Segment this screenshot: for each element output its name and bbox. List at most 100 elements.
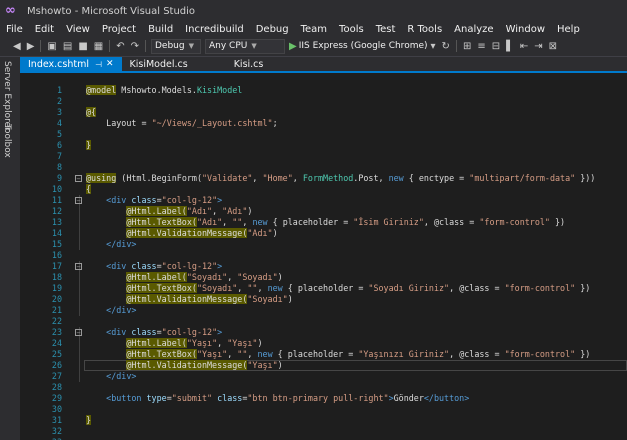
menu-build[interactable]: Build	[142, 24, 179, 35]
line-number: 20	[51, 294, 62, 304]
menu-debug[interactable]: Debug	[250, 24, 295, 35]
tab-index-cshtml[interactable]: Index.cshtml ⊣ ✕	[20, 57, 122, 71]
code-token: ,	[237, 283, 248, 293]
toolbar-separator	[109, 40, 111, 52]
code-line[interactable]: 11 − <div class="col-lg-12">	[20, 195, 627, 206]
toolbar-icon[interactable]: ⊞	[460, 41, 474, 52]
line-number: 19	[51, 283, 62, 293]
toolbar-icon[interactable]: ⇤	[517, 41, 531, 52]
code-line[interactable]: 17 − <div class="col-lg-12">	[20, 261, 627, 272]
code-line[interactable]: 10 {	[20, 184, 627, 195]
solution-platform-dropdown[interactable]: Any CPU ▼	[205, 38, 285, 54]
code-line[interactable]: 7	[20, 151, 627, 162]
title-bar: ∞ Mshowto - Microsoft Visual Studio	[0, 0, 627, 22]
tab-kisi-cs[interactable]: Kisi.cs	[226, 57, 272, 71]
chevron-down-icon[interactable]: ▾	[428, 41, 439, 52]
toolbar-icon[interactable]: ≡	[474, 41, 488, 52]
code-token: {	[86, 184, 92, 194]
code-line[interactable]: 28	[20, 382, 627, 393]
code-line[interactable]: 3 @{	[20, 107, 627, 118]
code-line[interactable]: 4 Layout = "~/Views/_Layout.cshtml";	[20, 118, 627, 129]
code-editor[interactable]: 1 @model Mshowto.Models.KisiModel 2 3 @{4 La…	[20, 73, 627, 440]
menu-help[interactable]: Help	[551, 24, 586, 35]
code-line[interactable]: 26 @Html.ValidationMessage("Yaşı")	[20, 360, 627, 371]
code-line[interactable]: 27 </div>	[20, 371, 627, 382]
code-line[interactable]: 30	[20, 404, 627, 415]
code-line[interactable]: 9 − @using (Html.BeginForm("Validate", "Ho…	[20, 173, 627, 184]
redo-icon[interactable]: ↷	[128, 41, 142, 52]
undo-icon[interactable]: ↶	[113, 41, 127, 52]
menu-incredibuild[interactable]: Incredibuild	[179, 24, 250, 35]
toolbar-icon[interactable]: ⊠	[546, 41, 560, 52]
code-line[interactable]: 6}	[20, 140, 627, 151]
code-line[interactable]: 15 </div>	[20, 239, 627, 250]
menu-view[interactable]: View	[60, 24, 96, 35]
code-token: "col-lg-12"	[161, 195, 218, 205]
menu-tools[interactable]: Tools	[333, 24, 370, 35]
new-item-icon[interactable]: ▣	[44, 41, 59, 52]
code-line[interactable]: 13 @Html.TextBox("Adı", "", new { placeh…	[20, 217, 627, 228]
code-line[interactable]: 29 <button type="submit" class="btn btn-…	[20, 393, 627, 404]
code-text: @Html.TextBox("Soyadı", "", new { placeh…	[86, 283, 590, 294]
code-line[interactable]: 8	[20, 162, 627, 173]
code-token: FormMethod	[302, 173, 354, 183]
menu-edit[interactable]: Edit	[29, 24, 60, 35]
run-target-button[interactable]: IIS Express (Google Chrome)	[299, 41, 428, 51]
open-icon[interactable]: ▤	[60, 41, 75, 52]
refresh-icon[interactable]: ↻	[439, 41, 453, 52]
code-line[interactable]: 20 @Html.ValidationMessage("Soyadı")	[20, 294, 627, 305]
window-title: Mshowto - Microsoft Visual Studio	[27, 5, 196, 17]
menu-r-tools[interactable]: R Tools	[401, 24, 448, 35]
menu-file[interactable]: File	[0, 24, 29, 35]
code-line[interactable]: 18 @Html.Label("Soyadı", "Soyadı")	[20, 272, 627, 283]
forward-icon[interactable]: ▶	[24, 41, 38, 52]
save-all-icon[interactable]: ▦	[91, 41, 106, 52]
code-token: @using	[86, 173, 117, 183]
save-icon[interactable]: ■	[75, 41, 90, 52]
collapse-icon[interactable]: −	[75, 329, 82, 337]
code-token: "Adı"	[196, 217, 223, 227]
code-line[interactable]: 2	[20, 96, 627, 107]
toolbar-icon[interactable]: ⊟	[489, 41, 503, 52]
code-line[interactable]: 22	[20, 316, 627, 327]
collapse-icon[interactable]: −	[75, 263, 82, 271]
menu-window[interactable]: Window	[500, 24, 551, 35]
line-number: 13	[51, 217, 62, 227]
menu-project[interactable]: Project	[96, 24, 142, 35]
code-line[interactable]: 5	[20, 129, 627, 140]
code-line[interactable]: 16	[20, 250, 627, 261]
back-icon[interactable]: ◀	[10, 41, 24, 52]
close-icon[interactable]: ✕	[106, 59, 114, 69]
line-number: 1	[56, 85, 62, 95]
code-line[interactable]: 19 @Html.TextBox("Soyadı", "", new { pla…	[20, 283, 627, 294]
code-line[interactable]: 24 @Html.Label("Yaşı", "Yaşı")	[20, 338, 627, 349]
play-icon[interactable]: ▶	[287, 41, 299, 52]
line-number: 21	[51, 305, 62, 315]
code-line[interactable]: 23 − <div class="col-lg-12">	[20, 327, 627, 338]
code-line[interactable]: 31}	[20, 415, 627, 426]
collapse-icon[interactable]: −	[75, 175, 82, 183]
code-token: )	[247, 206, 253, 216]
toolbox-tab[interactable]: Toolbox	[2, 124, 12, 158]
solution-configuration-dropdown[interactable]: Debug ▼	[151, 38, 201, 54]
code-line[interactable]: 12 @Html.Label("Adı", "Adı")	[20, 206, 627, 217]
code-line[interactable]: 32	[20, 426, 627, 437]
code-line[interactable]: 14 @Html.ValidationMessage("Adı")	[20, 228, 627, 239]
menu-analyze[interactable]: Analyze	[448, 24, 499, 35]
toolbar-icon[interactable]: ⇥	[531, 41, 545, 52]
code-line[interactable]: 1 @model Mshowto.Models.KisiModel	[20, 85, 627, 96]
menu-team[interactable]: Team	[295, 24, 333, 35]
bookmark-icon[interactable]: ▌	[503, 41, 517, 52]
code-line[interactable]: 25 @Html.TextBox("Yaşı", "", new { place…	[20, 349, 627, 360]
menu-test[interactable]: Test	[370, 24, 402, 35]
line-number: 10	[51, 184, 62, 194]
server-explorer-tab[interactable]: Server Explorer	[2, 61, 12, 131]
collapse-icon[interactable]: −	[75, 197, 82, 205]
tab-kisimodel-cs[interactable]: KisiModel.cs	[122, 57, 196, 71]
code-line[interactable]: 21 </div>	[20, 305, 627, 316]
pin-icon[interactable]: ⊣	[95, 60, 102, 69]
